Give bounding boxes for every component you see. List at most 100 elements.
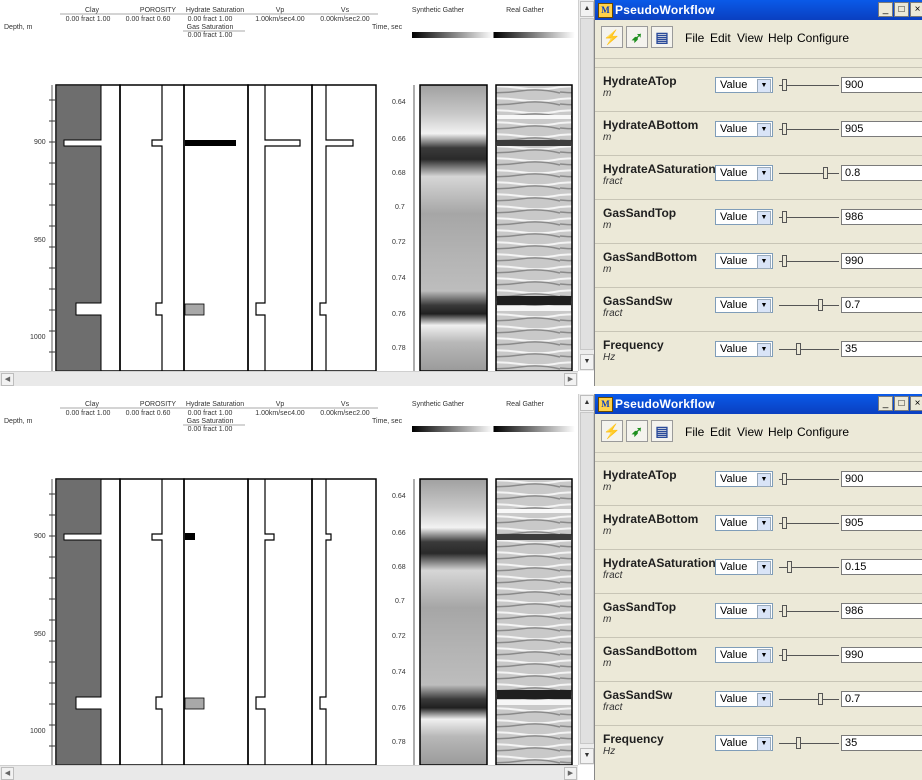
menu-edit[interactable]: Edit [710,31,731,45]
param-mode-dropdown[interactable]: Value ▼ [715,647,773,663]
scroll-left-icon[interactable]: ◀ [1,373,14,386]
slider-knob[interactable] [781,123,787,135]
param-slider[interactable] [775,165,841,181]
param-mode-dropdown[interactable]: Value ▼ [715,735,773,751]
close-button[interactable]: × [910,2,922,17]
param-slider[interactable] [775,691,841,707]
scroll-down-icon[interactable]: ▼ [580,354,594,370]
param-value-field[interactable]: 0.7 [841,297,922,313]
maximize-button[interactable]: □ [894,396,909,411]
slider-knob[interactable] [787,561,793,573]
param-mode-dropdown[interactable]: Value ▼ [715,297,773,313]
minimize-button[interactable]: _ [878,2,893,17]
param-mode-dropdown[interactable]: Value ▼ [715,77,773,93]
param-slider[interactable] [775,471,841,487]
param-slider[interactable] [775,121,841,137]
param-mode-dropdown[interactable]: Value ▼ [715,253,773,269]
param-slider[interactable] [775,735,841,751]
slider-knob[interactable] [781,255,787,267]
param-mode-dropdown[interactable]: Value ▼ [715,603,773,619]
scroll-up-icon[interactable]: ▲ [580,395,594,411]
scroll-down-icon[interactable]: ▼ [580,748,594,764]
chevron-down-icon[interactable]: ▼ [757,605,771,619]
param-slider[interactable] [775,603,841,619]
param-value-field[interactable]: 990 [841,647,922,663]
chevron-down-icon[interactable]: ▼ [757,473,771,487]
param-value-field[interactable]: 986 [841,209,922,225]
slider-knob[interactable] [781,649,787,661]
scroll-left-icon[interactable]: ◀ [1,767,14,780]
menu-help[interactable]: Help [768,31,793,45]
scroll-right-icon[interactable]: ▶ [564,373,577,386]
menu-file[interactable]: File [685,31,704,45]
param-slider[interactable] [775,297,841,313]
chevron-down-icon[interactable]: ▼ [757,561,771,575]
chevron-down-icon[interactable]: ▼ [757,299,771,313]
param-mode-dropdown[interactable]: Value ▼ [715,165,773,181]
panel-icon[interactable]: ▤ [651,420,673,442]
param-mode-dropdown[interactable]: Value ▼ [715,341,773,357]
param-value-field[interactable]: 905 [841,121,922,137]
scroll-thumb[interactable] [580,412,594,744]
slider-knob[interactable] [781,517,787,529]
param-value-field[interactable]: 0.15 [841,559,922,575]
vertical-scrollbar[interactable]: ▲ ▼ [578,0,594,371]
window-titlebar[interactable]: M PseudoWorkflow _ □ × [595,394,922,414]
slider-knob[interactable] [817,693,823,705]
run-all-icon[interactable]: ⚡ [601,420,623,442]
slider-knob[interactable] [795,343,801,355]
run-step-icon[interactable]: ➶ [626,26,648,48]
minimize-button[interactable]: _ [878,396,893,411]
param-mode-dropdown[interactable]: Value ▼ [715,121,773,137]
chevron-down-icon[interactable]: ▼ [757,693,771,707]
menu-file[interactable]: File [685,425,704,439]
slider-knob[interactable] [817,299,823,311]
slider-knob[interactable] [781,211,787,223]
menu-configure[interactable]: Configure [797,31,849,45]
param-slider[interactable] [775,515,841,531]
param-slider[interactable] [775,341,841,357]
param-value-field[interactable]: 35 [841,735,922,751]
param-value-field[interactable]: 900 [841,471,922,487]
param-slider[interactable] [775,253,841,269]
window-titlebar[interactable]: M PseudoWorkflow _ □ × [595,0,922,20]
chevron-down-icon[interactable]: ▼ [757,123,771,137]
param-value-field[interactable]: 0.7 [841,691,922,707]
param-slider[interactable] [775,647,841,663]
maximize-button[interactable]: □ [894,2,909,17]
scroll-right-icon[interactable]: ▶ [564,767,577,780]
menu-configure[interactable]: Configure [797,425,849,439]
slider-knob[interactable] [781,79,787,91]
param-mode-dropdown[interactable]: Value ▼ [715,471,773,487]
menu-view[interactable]: View [737,425,763,439]
chevron-down-icon[interactable]: ▼ [757,167,771,181]
param-value-field[interactable]: 990 [841,253,922,269]
menu-edit[interactable]: Edit [710,425,731,439]
param-mode-dropdown[interactable]: Value ▼ [715,515,773,531]
slider-knob[interactable] [781,473,787,485]
panel-icon[interactable]: ▤ [651,26,673,48]
scroll-up-icon[interactable]: ▲ [580,1,594,17]
chevron-down-icon[interactable]: ▼ [757,211,771,225]
param-slider[interactable] [775,209,841,225]
param-mode-dropdown[interactable]: Value ▼ [715,691,773,707]
slider-knob[interactable] [795,737,801,749]
param-value-field[interactable]: 0.8 [841,165,922,181]
param-value-field[interactable]: 905 [841,515,922,531]
param-value-field[interactable]: 986 [841,603,922,619]
chevron-down-icon[interactable]: ▼ [757,737,771,751]
param-value-field[interactable]: 900 [841,77,922,93]
param-mode-dropdown[interactable]: Value ▼ [715,209,773,225]
horizontal-scrollbar[interactable]: ◀ ▶ [0,371,578,386]
run-all-icon[interactable]: ⚡ [601,26,623,48]
chevron-down-icon[interactable]: ▼ [757,255,771,269]
run-step-icon[interactable]: ➶ [626,420,648,442]
param-slider[interactable] [775,77,841,93]
slider-knob[interactable] [823,167,828,179]
slider-knob[interactable] [781,605,787,617]
chevron-down-icon[interactable]: ▼ [757,79,771,93]
menu-view[interactable]: View [737,31,763,45]
vertical-scrollbar[interactable]: ▲ ▼ [578,394,594,765]
menu-help[interactable]: Help [768,425,793,439]
param-value-field[interactable]: 35 [841,341,922,357]
